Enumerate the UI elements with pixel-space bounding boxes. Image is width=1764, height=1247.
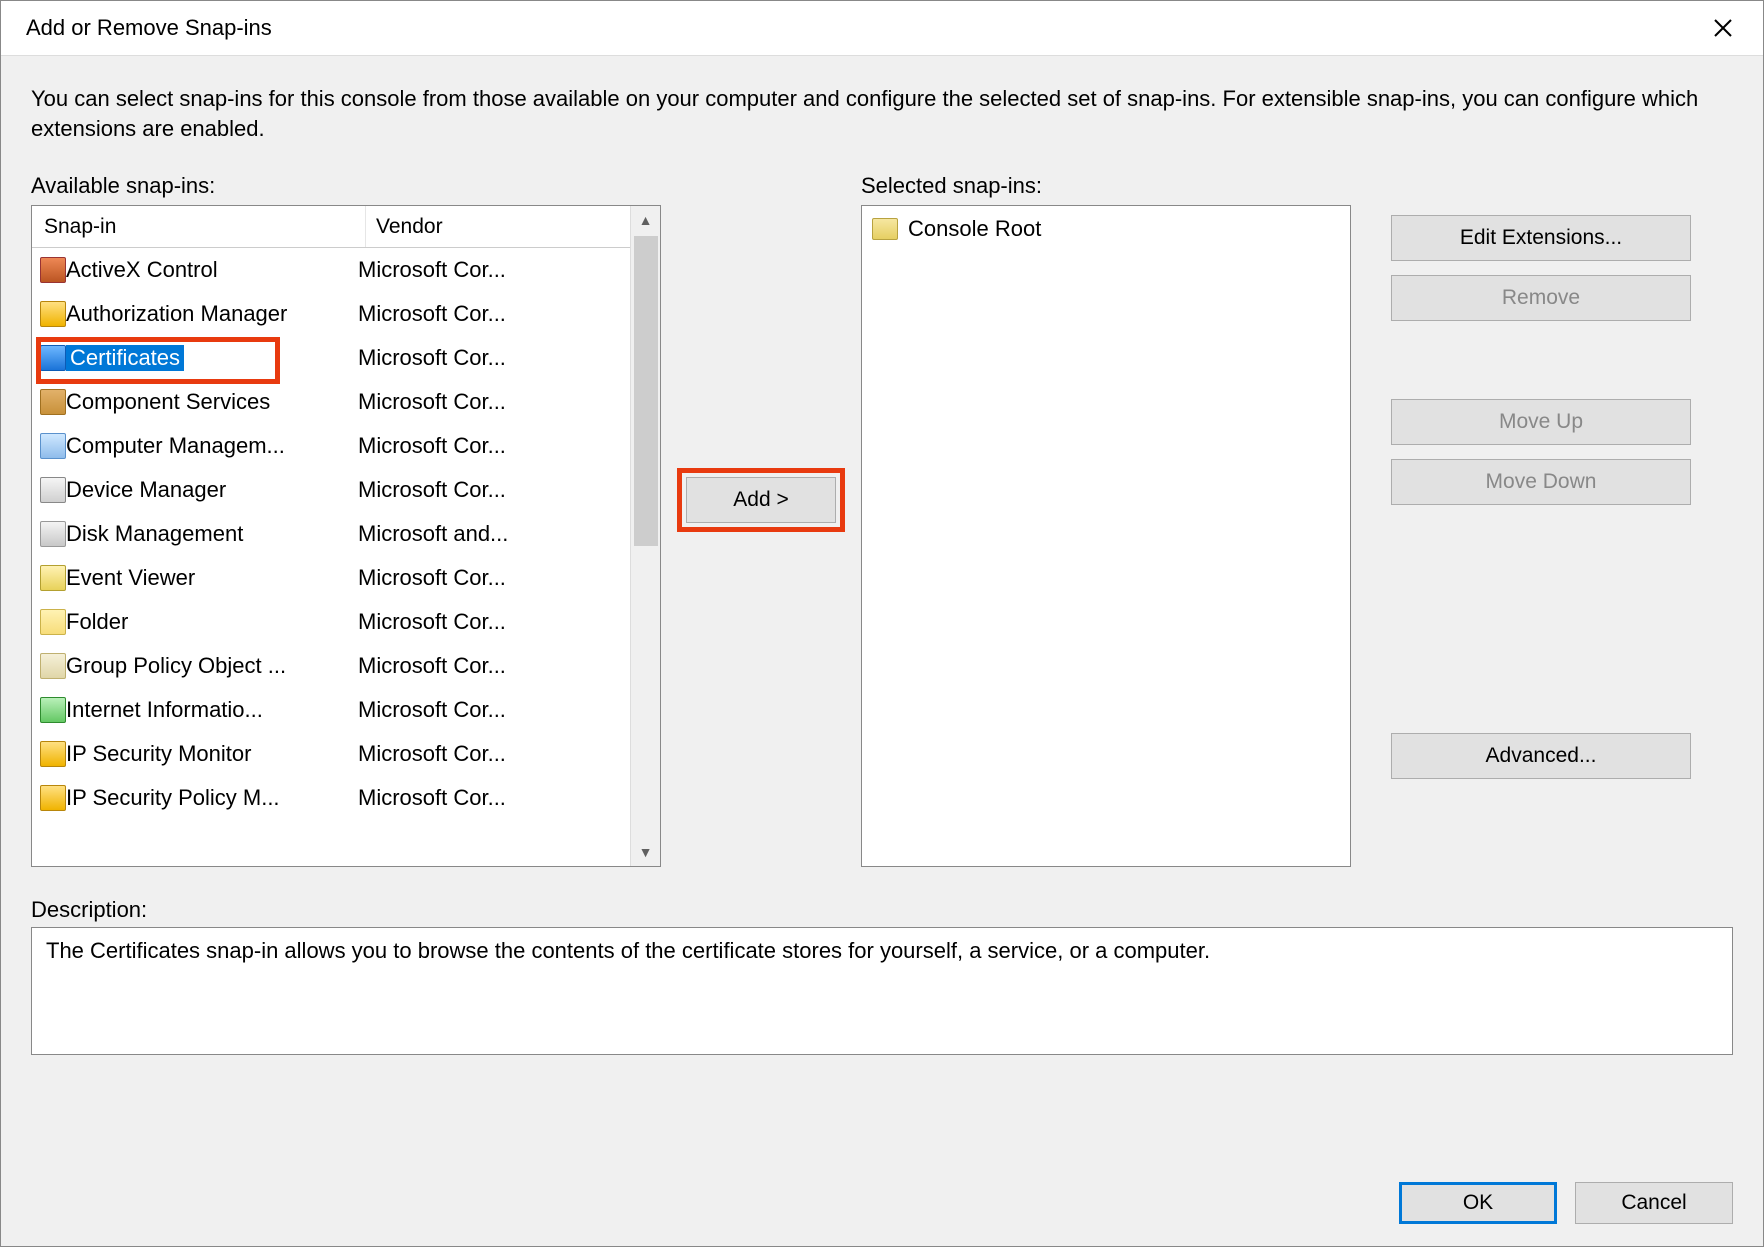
snapin-name: Group Policy Object ... [66, 653, 356, 679]
description-text: The Certificates snap-in allows you to b… [46, 938, 1210, 963]
scroll-up-icon[interactable]: ▲ [632, 206, 660, 234]
event-icon [40, 565, 66, 591]
folder-icon [872, 218, 898, 240]
snapin-name: Computer Managem... [66, 433, 356, 459]
add-button[interactable]: Add > [686, 477, 836, 523]
list-item[interactable]: Device ManagerMicrosoft Cor... [32, 468, 630, 512]
list-item[interactable]: IP Security MonitorMicrosoft Cor... [32, 732, 630, 776]
scrollbar[interactable]: ▲ ▼ [630, 206, 660, 866]
titlebar: Add or Remove Snap-ins [1, 1, 1763, 56]
ok-button[interactable]: OK [1399, 1182, 1557, 1224]
remove-button[interactable]: Remove [1391, 275, 1691, 321]
dialog-footer: OK Cancel [1, 1160, 1763, 1246]
list-header[interactable]: Snap-in Vendor [32, 206, 660, 248]
activex-icon [40, 257, 66, 283]
folder-icon [40, 609, 66, 635]
selected-item-console-root[interactable]: Console Root [872, 212, 1340, 246]
snapin-vendor: Microsoft Cor... [356, 345, 630, 371]
snapin-vendor: Microsoft Cor... [356, 609, 630, 635]
comp-icon [40, 389, 66, 415]
description-label: Description: [31, 897, 1733, 923]
snapin-vendor: Microsoft Cor... [356, 477, 630, 503]
selected-snapins-label: Selected snap-ins: [861, 173, 1351, 199]
snapin-name: Internet Informatio... [66, 697, 356, 723]
snapin-name: IP Security Monitor [66, 741, 356, 767]
move-down-button[interactable]: Move Down [1391, 459, 1691, 505]
list-item[interactable]: Authorization ManagerMicrosoft Cor... [32, 292, 630, 336]
snapin-name: IP Security Policy M... [66, 785, 356, 811]
compmgmt-icon [40, 433, 66, 459]
snapin-vendor: Microsoft Cor... [356, 697, 630, 723]
available-snapins-list[interactable]: Snap-in Vendor ActiveX ControlMicrosoft … [31, 205, 661, 867]
dialog-title: Add or Remove Snap-ins [26, 15, 1703, 41]
snapin-vendor: Microsoft Cor... [356, 301, 630, 327]
snapin-vendor: Microsoft Cor... [356, 389, 630, 415]
list-item[interactable]: Component ServicesMicrosoft Cor... [32, 380, 630, 424]
snapin-name: Certificates [66, 345, 356, 371]
column-header-vendor[interactable]: Vendor [366, 215, 660, 239]
ipsec2-icon [40, 785, 66, 811]
snapin-vendor: Microsoft Cor... [356, 741, 630, 767]
snapin-vendor: Microsoft and... [356, 521, 630, 547]
snapin-name: Event Viewer [66, 565, 356, 591]
snapin-vendor: Microsoft Cor... [356, 433, 630, 459]
cert-icon [40, 345, 66, 371]
snapin-name: Device Manager [66, 477, 356, 503]
snapin-name: Authorization Manager [66, 301, 356, 327]
device-icon [40, 477, 66, 503]
description-box: The Certificates snap-in allows you to b… [31, 927, 1733, 1055]
selected-snapins-list[interactable]: Console Root [861, 205, 1351, 867]
list-item[interactable]: FolderMicrosoft Cor... [32, 600, 630, 644]
close-button[interactable] [1703, 8, 1743, 48]
dialog-add-remove-snapins: Add or Remove Snap-ins You can select sn… [0, 0, 1764, 1247]
list-item[interactable]: Internet Informatio...Microsoft Cor... [32, 688, 630, 732]
disk-icon [40, 521, 66, 547]
list-item[interactable]: CertificatesMicrosoft Cor... [32, 336, 630, 380]
snapin-name: Disk Management [66, 521, 356, 547]
cancel-button[interactable]: Cancel [1575, 1182, 1733, 1224]
selected-item-label: Console Root [908, 216, 1041, 242]
list-item[interactable]: Computer Managem...Microsoft Cor... [32, 424, 630, 468]
gpo-icon [40, 653, 66, 679]
available-snapins-label: Available snap-ins: [31, 173, 661, 199]
auth-icon [40, 301, 66, 327]
snapin-vendor: Microsoft Cor... [356, 785, 630, 811]
ipsec1-icon [40, 741, 66, 767]
annotation-highlight-add: Add > [677, 468, 845, 532]
advanced-button[interactable]: Advanced... [1391, 733, 1691, 779]
snapin-vendor: Microsoft Cor... [356, 257, 630, 283]
list-item[interactable]: Disk ManagementMicrosoft and... [32, 512, 630, 556]
column-header-snapin[interactable]: Snap-in [32, 206, 366, 247]
list-item[interactable]: Group Policy Object ...Microsoft Cor... [32, 644, 630, 688]
edit-extensions-button[interactable]: Edit Extensions... [1391, 215, 1691, 261]
dialog-body: You can select snap-ins for this console… [1, 56, 1763, 1160]
snapin-name: Component Services [66, 389, 356, 415]
snapin-vendor: Microsoft Cor... [356, 565, 630, 591]
scroll-down-icon[interactable]: ▼ [632, 838, 660, 866]
list-item[interactable]: Event ViewerMicrosoft Cor... [32, 556, 630, 600]
snapin-name: Folder [66, 609, 356, 635]
snapin-vendor: Microsoft Cor... [356, 653, 630, 679]
iis-icon [40, 697, 66, 723]
move-up-button[interactable]: Move Up [1391, 399, 1691, 445]
scroll-thumb[interactable] [634, 236, 658, 546]
snapin-name: ActiveX Control [66, 257, 356, 283]
list-item[interactable]: IP Security Policy M...Microsoft Cor... [32, 776, 630, 820]
instructions-text: You can select snap-ins for this console… [31, 84, 1733, 143]
list-item[interactable]: ActiveX ControlMicrosoft Cor... [32, 248, 630, 292]
